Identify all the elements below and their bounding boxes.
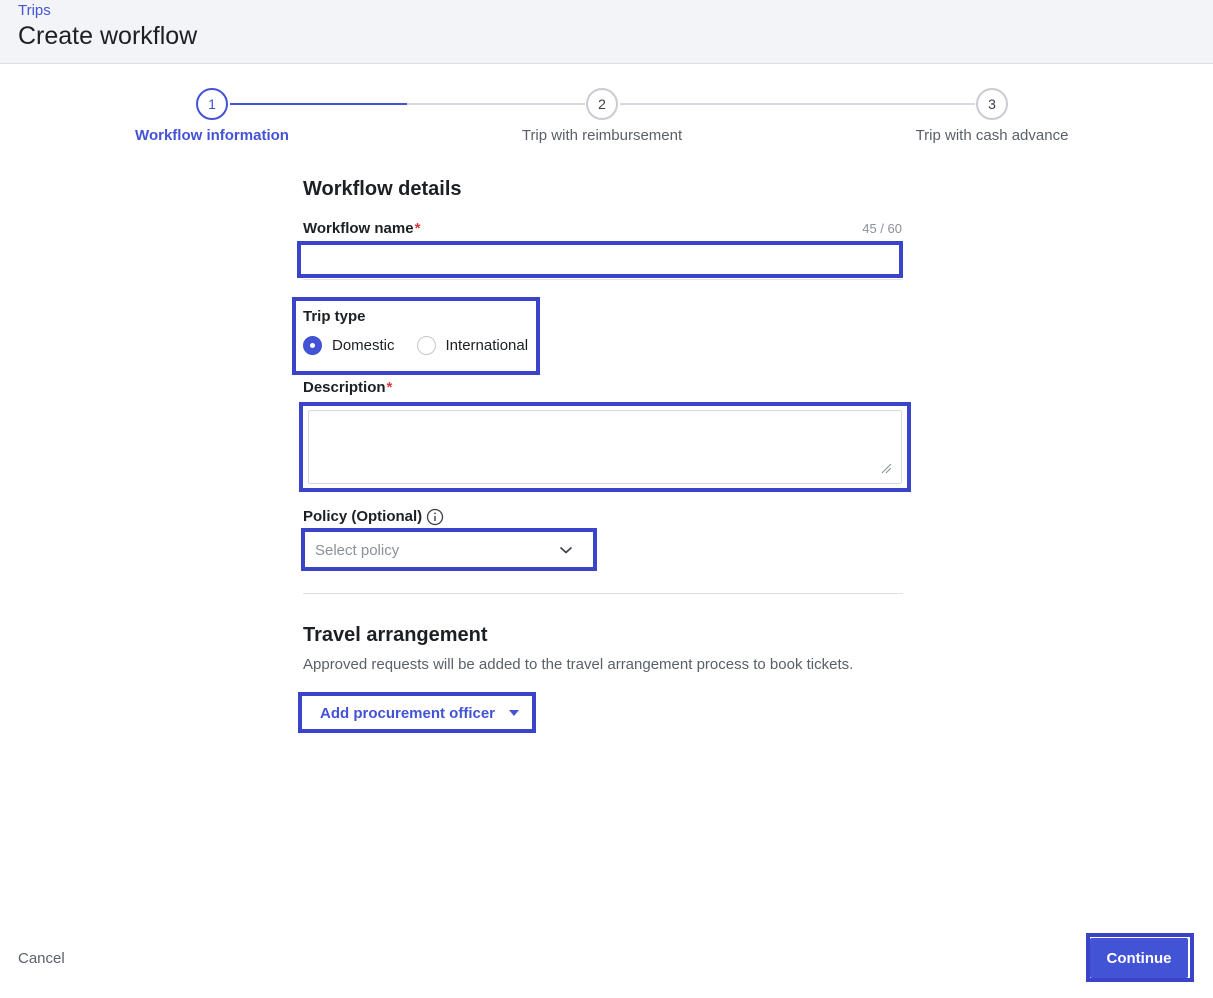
- description-label-text: Description: [303, 379, 386, 396]
- step-1-indicator: 1: [196, 88, 228, 120]
- step-2-indicator: 2: [586, 88, 618, 120]
- breadcrumb-trips[interactable]: Trips: [18, 2, 51, 19]
- policy-select-placeholder: Select policy: [315, 541, 400, 559]
- stepper-progress-line: [230, 103, 407, 105]
- page-title: Create workflow: [18, 22, 198, 50]
- section-divider: [303, 593, 903, 594]
- workflow-name-label: Workflow name*: [303, 220, 420, 237]
- stepper-line-1: [407, 103, 585, 105]
- step-1-label: Workflow information: [135, 127, 289, 144]
- add-procurement-officer-button[interactable]: Add procurement officer: [303, 698, 531, 728]
- required-marker: *: [386, 379, 393, 396]
- policy-label: Policy (Optional): [303, 508, 423, 525]
- continue-button[interactable]: Continue: [1090, 938, 1188, 978]
- stepper: 1 2 3 Workflow information Trip with rei…: [0, 86, 1213, 156]
- add-procurement-officer-label: Add procurement officer: [320, 704, 496, 722]
- travel-arrangement-helper: Approved requests will be added to the t…: [303, 656, 854, 673]
- workflow-name-input[interactable]: [305, 249, 895, 273]
- info-icon[interactable]: [426, 508, 444, 526]
- description-textarea[interactable]: [308, 410, 902, 484]
- radio-international[interactable]: [416, 336, 436, 355]
- step-2-label: Trip with reimbursement: [521, 127, 683, 144]
- resize-grip-icon[interactable]: [880, 462, 892, 474]
- workflow-name-label-text: Workflow name: [303, 220, 414, 237]
- stepper-line-2: [620, 103, 975, 105]
- page-header: Trips Create workflow: [0, 0, 1213, 64]
- cancel-button[interactable]: Cancel: [18, 950, 65, 967]
- chevron-down-icon: [559, 546, 573, 554]
- trip-type-label: Trip type: [303, 308, 366, 325]
- workflow-details-title: Workflow details: [303, 178, 462, 200]
- input-underline: [303, 279, 903, 280]
- policy-select[interactable]: Select policy: [309, 536, 589, 564]
- trip-type-radio-group: Domestic International: [303, 336, 550, 355]
- radio-domestic[interactable]: [303, 336, 322, 355]
- step-3-indicator: 3: [976, 88, 1008, 120]
- caret-down-icon: [509, 710, 520, 716]
- character-counter: 45 / 60: [862, 221, 902, 236]
- radio-international-label[interactable]: International: [446, 337, 529, 354]
- description-label: Description*: [303, 379, 392, 396]
- radio-domestic-label[interactable]: Domestic: [332, 337, 395, 354]
- travel-arrangement-title: Travel arrangement: [303, 624, 488, 646]
- step-3-label: Trip with cash advance: [915, 127, 1069, 144]
- required-marker: *: [414, 220, 421, 237]
